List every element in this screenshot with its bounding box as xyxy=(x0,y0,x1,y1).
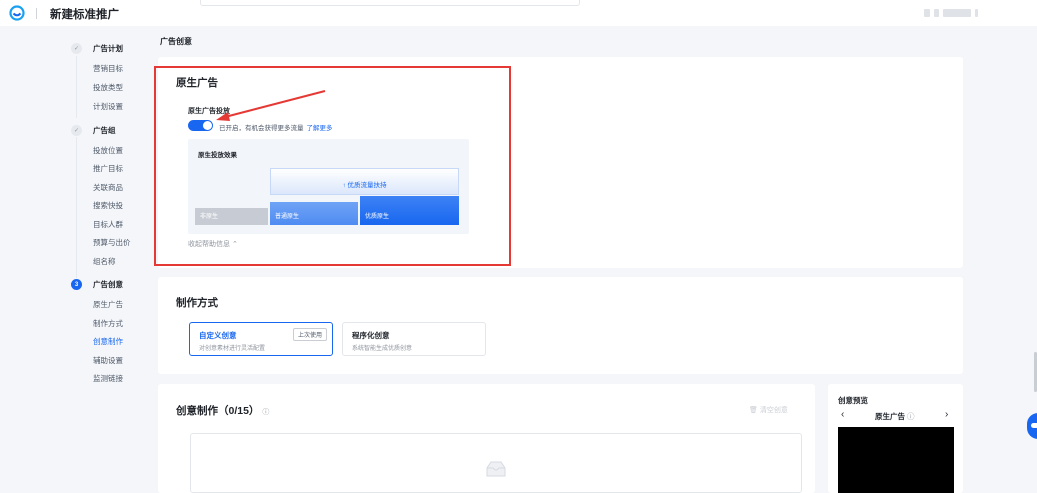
sidebar-item-group-name[interactable]: 组名称 xyxy=(93,256,116,267)
option-title: 程序化创意 xyxy=(352,331,390,340)
account-menu-icon xyxy=(975,9,978,17)
sidebar-item-production-method[interactable]: 制作方式 xyxy=(93,318,123,329)
sidebar-item-plan-settings[interactable]: 计划设置 xyxy=(93,101,123,112)
preview-name-text: 原生广告 xyxy=(875,412,905,421)
step-ad-creative[interactable]: 3 广告创意 xyxy=(71,279,123,290)
option-desc: 对创意素材进行灵活配置 xyxy=(199,346,266,352)
help-icon[interactable]: ⓘ xyxy=(262,409,269,416)
option-programmatic-creative[interactable]: 程序化创意 系统智能生成优质创意 xyxy=(342,322,486,356)
avatar xyxy=(924,9,930,17)
sidebar-item-aux-settings[interactable]: 辅助设置 xyxy=(93,355,123,366)
option-title: 自定义创意 xyxy=(199,331,237,340)
sidebar-item-linked-products[interactable]: 关联商品 xyxy=(93,182,123,193)
step-ad-group[interactable]: ✓ 广告组 xyxy=(71,125,116,136)
account-text-part xyxy=(934,9,939,17)
step-number-badge: 3 xyxy=(71,279,82,290)
user-account-area[interactable] xyxy=(924,9,978,17)
page-title: 新建标准推广 xyxy=(50,9,119,21)
step-connector xyxy=(76,56,77,118)
creative-production-title: 创意制作（0/15） ⓘ xyxy=(176,403,269,418)
app-logo-icon[interactable] xyxy=(9,5,25,21)
step-label: 广告组 xyxy=(93,126,116,135)
section-title: 广告创意 xyxy=(160,37,192,46)
step-label: 广告计划 xyxy=(93,44,123,53)
preview-next-icon[interactable]: › xyxy=(945,409,948,420)
sidebar-item-budget-bid[interactable]: 预算与出价 xyxy=(93,237,131,248)
step-sidebar: ✓ 广告计划 营销目标 投放类型 计划设置 ✓ 广告组 投放位置 推广目标 关联… xyxy=(0,26,150,493)
clear-creative-button[interactable]: 🗑 清空创意 xyxy=(749,405,788,415)
title-divider xyxy=(36,8,37,19)
preview-title: 创意预览 xyxy=(838,396,868,405)
preview-prev-icon[interactable]: ‹ xyxy=(841,409,844,420)
last-used-badge: 上次使用 xyxy=(292,328,327,341)
sidebar-item-marketing-goal[interactable]: 营销目标 xyxy=(93,63,123,74)
option-custom-creative[interactable]: 自定义创意 对创意素材进行灵活配置 上次使用 xyxy=(189,322,333,356)
step-connector xyxy=(76,137,77,278)
account-text-part xyxy=(943,9,971,17)
sidebar-item-delivery-type[interactable]: 投放类型 xyxy=(93,82,123,93)
check-icon: ✓ xyxy=(71,43,82,54)
sidebar-item-search-quick[interactable]: 搜索快投 xyxy=(93,200,123,211)
preview-ad-name: 原生广告 ⓘ xyxy=(875,411,915,422)
sidebar-item-native-ad[interactable]: 原生广告 xyxy=(93,299,123,310)
preview-screen xyxy=(838,427,954,493)
help-icon[interactable]: ⓘ xyxy=(907,412,915,421)
top-field[interactable] xyxy=(200,0,580,6)
sidebar-item-audience[interactable]: 目标人群 xyxy=(93,219,123,230)
step-label: 广告创意 xyxy=(93,280,123,289)
option-desc: 系统智能生成优质创意 xyxy=(352,346,413,352)
check-icon: ✓ xyxy=(71,125,82,136)
top-bar: 新建标准推广 xyxy=(0,0,1037,26)
sidebar-item-placement[interactable]: 投放位置 xyxy=(93,145,123,156)
creative-title-text: 创意制作（0/15） xyxy=(176,405,260,417)
sidebar-item-tracking-links[interactable]: 监测链接 xyxy=(93,373,123,384)
annotation-highlight-box xyxy=(154,66,511,266)
production-method-title: 制作方式 xyxy=(176,297,218,309)
empty-inbox-icon xyxy=(486,461,506,477)
step-ad-plan[interactable]: ✓ 广告计划 xyxy=(71,43,123,54)
sidebar-item-promo-target[interactable]: 推广目标 xyxy=(93,163,123,174)
sidebar-item-creative-production[interactable]: 创意制作 xyxy=(93,336,123,347)
assistant-bot-icon[interactable] xyxy=(1027,413,1037,439)
